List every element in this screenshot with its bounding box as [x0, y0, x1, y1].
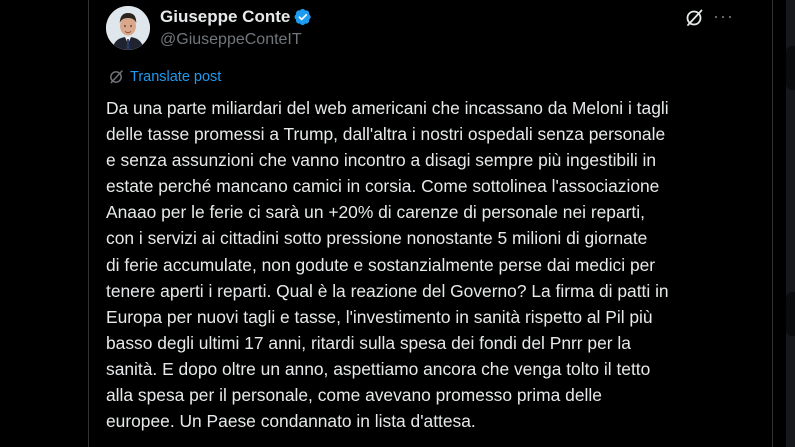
more-options-icon[interactable]: ···	[713, 7, 735, 28]
right-sidebar-edge	[786, 0, 795, 447]
grok-icon[interactable]	[684, 8, 704, 28]
translate-grok-icon	[110, 70, 123, 84]
author-name-row: Giuseppe Conte	[160, 7, 312, 27]
avatar[interactable]	[106, 6, 150, 50]
sidebar-card-edge	[786, 292, 795, 336]
tweet-page: Giuseppe Conte @GiuseppeConteIT ··· Tran…	[0, 0, 795, 447]
post-text: Da una parte miliardari del web american…	[106, 98, 669, 432]
avatar-portrait	[106, 6, 150, 50]
author-display-name[interactable]: Giuseppe Conte	[160, 7, 290, 27]
verified-badge-icon[interactable]	[294, 8, 312, 26]
sidebar-card-edge	[786, 46, 795, 90]
translate-post-link[interactable]: Translate post	[108, 67, 221, 87]
author-handle[interactable]: @GiuseppeConteIT	[160, 30, 302, 50]
translate-post-label[interactable]: Translate post	[130, 67, 221, 87]
left-margin	[0, 0, 88, 447]
